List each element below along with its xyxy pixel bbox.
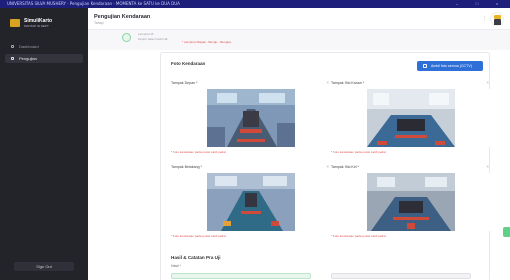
more-options-icon[interactable]: ⋮	[482, 16, 487, 22]
result-option-fail[interactable]	[331, 273, 471, 279]
page-subtitle: Tahap	[94, 21, 104, 25]
photo-card: Foto Kendaraan Ambil foto semua (CCTV) T…	[160, 52, 491, 280]
photo-error: * Foto kendaraan pada posisi Lakb pedal	[171, 150, 226, 154]
maximize-icon[interactable]: □	[474, 1, 480, 6]
signout-button[interactable]: Sign Out	[14, 262, 74, 271]
page-title: Pengujian Kendaraan	[94, 14, 151, 20]
page-header: Pengujian Kendaraan Tahap ⋮	[88, 8, 510, 30]
sidebar-item-pengujian[interactable]: Pengujian	[5, 54, 83, 63]
photo-image[interactable]	[171, 173, 331, 231]
sidebar: SimuliKarto MANTAP ID DEPT Dashboard Pen…	[0, 8, 88, 280]
brand-logo[interactable]: SimuliKarto MANTAP ID DEPT	[6, 16, 82, 30]
photo-label: Tampak Belakang *	[171, 165, 202, 169]
step-indicator: Lampiran B Deputi Jalan Fasili UE * Lamp…	[88, 30, 510, 50]
sidebar-item-label: Dashboard	[19, 44, 39, 49]
step-description: Deputi Jalan Fasili UE	[138, 37, 168, 41]
close-icon[interactable]: ×	[494, 1, 500, 6]
photo-image[interactable]	[171, 89, 331, 147]
photo-image[interactable]	[331, 173, 491, 231]
camera-icon	[423, 64, 427, 68]
window-title: UNIVERSITAS SILVA MUSHERY · Pengujian Ke…	[7, 1, 180, 6]
photo-error: * Foto kendaraan pada posisi Lakb pedal	[331, 234, 386, 238]
minimize-icon[interactable]: –	[454, 1, 460, 6]
sidebar-item-label: Pengujian	[19, 56, 37, 61]
photo-error: * Foto kendaraan pada posisi Lakb pedal	[331, 150, 386, 154]
sidebar-item-dashboard[interactable]: Dashboard	[5, 42, 83, 51]
close-icon[interactable]: ×	[486, 80, 489, 85]
signout-label: Sign Out	[36, 264, 52, 269]
help-tab[interactable]	[503, 227, 510, 237]
capture-all-label: Ambil foto semua (CCTV)	[431, 63, 472, 68]
brand-tagline: MANTAP ID DEPT	[24, 24, 49, 28]
left-view-image	[367, 173, 455, 231]
grid-icon	[11, 45, 14, 48]
window-titlebar: UNIVERSITAS SILVA MUSHERY · Pengujian Ke…	[0, 0, 510, 8]
front-view-image	[207, 89, 295, 147]
photo-label: Tampak Sisi Kiri *	[331, 165, 359, 169]
close-icon[interactable]: ×	[486, 164, 489, 169]
notes-section-title: Hasil & Catatan Pra Uji	[171, 255, 221, 260]
step-label: Lampiran B	[138, 32, 154, 36]
photo-error: * Foto kendaraan pada posisi Lakb pedal	[171, 234, 226, 238]
result-option-pass[interactable]	[171, 273, 311, 279]
photo-image[interactable]	[331, 89, 491, 147]
clipboard-icon	[11, 57, 14, 60]
rear-view-image	[207, 173, 295, 231]
logo-icon	[10, 19, 20, 27]
close-icon[interactable]: ×	[326, 80, 329, 85]
step-check-icon	[122, 33, 131, 42]
capture-all-button[interactable]: Ambil foto semua (CCTV)	[417, 61, 483, 71]
card-title: Foto Kendaraan	[171, 61, 206, 66]
avatar[interactable]	[490, 12, 504, 26]
right-view-image	[367, 89, 455, 147]
close-icon[interactable]: ×	[326, 164, 329, 169]
step-note: * Lampiran Bapak - Bengk... Bengka...	[182, 40, 234, 44]
result-label: Hasil *	[171, 264, 181, 268]
avatar-body	[494, 19, 501, 25]
photo-label: Tampak Sisi Kanan *	[331, 81, 365, 85]
photo-label: Tampak Depan *	[171, 81, 198, 85]
